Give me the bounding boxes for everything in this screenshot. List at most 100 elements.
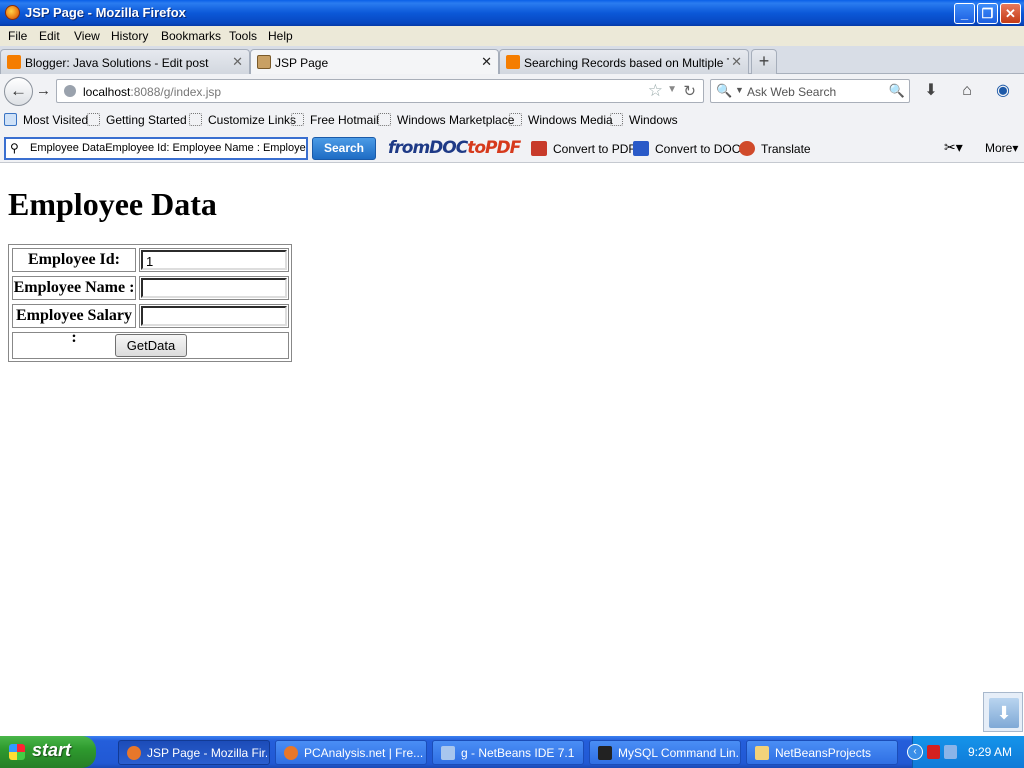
fromdoctopdf-logo[interactable]: fromDOCtoPDF: [388, 138, 521, 158]
bookmark-label: Free Hotmail: [310, 113, 379, 127]
bookmark-label: Windows Media: [528, 113, 613, 127]
task-label: MySQL Command Lin...: [618, 746, 738, 760]
bookmark-getting-started[interactable]: Getting Started: [87, 113, 187, 127]
menu-help[interactable]: Help: [268, 29, 293, 43]
page-heading: Employee Data: [8, 186, 217, 222]
toolbar-search-button[interactable]: Search: [312, 137, 376, 160]
new-tab-button[interactable]: +: [751, 49, 777, 74]
back-button[interactable]: ←: [4, 77, 33, 106]
bookmark-customize-links[interactable]: Customize Links: [189, 113, 296, 127]
url-host: localhost: [83, 85, 131, 99]
navigation-bar: ← → localhost:8088/g/index.jsp ☆ ▼ ↻ 🔍 ▼…: [0, 74, 1024, 108]
get-data-button[interactable]: GetData: [115, 334, 187, 357]
task-label: PCAnalysis.net | Fre...: [304, 746, 424, 760]
clock: 9:29 AM: [967, 745, 1012, 759]
forward-button[interactable]: →: [36, 81, 52, 101]
bookmark-most-visited[interactable]: Most Visited: [4, 113, 88, 127]
globe-icon: [64, 85, 76, 97]
restore-button[interactable]: ❐: [977, 3, 998, 24]
close-tab-icon[interactable]: ✕: [481, 54, 492, 70]
bookmark-label: Windows Marketplace: [397, 113, 515, 127]
bookmark-label: Most Visited: [23, 113, 89, 127]
network-icon[interactable]: [944, 745, 957, 759]
search-icon: ⚲: [10, 141, 19, 155]
system-tray: ‹ 9:29 AM: [907, 736, 1024, 768]
firefox-icon: [127, 746, 141, 760]
bookmark-windows-marketplace[interactable]: Windows Marketplace: [378, 113, 514, 127]
tab-blogger-edit-post[interactable]: Blogger: Java Solutions - Edit post ✕: [0, 49, 250, 74]
engine-dropdown-icon[interactable]: ▼: [735, 85, 744, 95]
arrow-down-icon: ⬇: [989, 698, 1019, 728]
page-icon: [87, 113, 100, 126]
windows-logo-icon: [9, 744, 25, 760]
convert-doc-label: Convert to DOC: [655, 142, 741, 156]
close-tab-icon[interactable]: ✕: [232, 54, 243, 70]
title-bar: JSP Page - Mozilla Firefox _ ❐ ✕: [0, 0, 1024, 26]
toolbar-search-input[interactable]: ⚲ Employee DataEmployee Id: Employee Nam…: [4, 137, 308, 160]
menu-history[interactable]: History: [111, 29, 148, 43]
employee-salary-input[interactable]: [141, 306, 287, 326]
task-netbeansprojects[interactable]: NetBeansProjects: [746, 740, 898, 765]
menu-bookmarks[interactable]: Bookmarks: [161, 29, 221, 43]
task-firefox-jsp[interactable]: JSP Page - Mozilla Fir...: [118, 740, 270, 765]
close-tab-icon[interactable]: ✕: [731, 54, 742, 70]
more-label: More: [985, 141, 1013, 155]
convert-to-pdf-button[interactable]: Convert to PDF: [531, 141, 636, 156]
bookmark-star-icon[interactable]: ☆: [648, 81, 663, 101]
url-text[interactable]: localhost:8088/g/index.jsp: [83, 85, 221, 99]
employee-salary-label: Employee Salary :: [12, 304, 136, 346]
bookmark-windows[interactable]: Windows: [610, 113, 678, 127]
toolbar-search-value: Employee DataEmployee Id: Employee Name …: [30, 142, 306, 154]
home-icon[interactable]: ⌂: [956, 81, 978, 101]
task-mysql[interactable]: MySQL Command Lin...: [589, 740, 741, 765]
bookmark-free-hotmail[interactable]: Free Hotmail: [291, 113, 379, 127]
bookmark-windows-media[interactable]: Windows Media: [509, 113, 613, 127]
task-pcanalysis[interactable]: PCAnalysis.net | Fre...: [275, 740, 427, 765]
menu-bar: File Edit View History Bookmarks Tools H…: [0, 26, 1024, 46]
menu-tools[interactable]: Tools: [229, 29, 257, 43]
menu-file[interactable]: File: [8, 29, 27, 43]
page-content: Employee Data Employee Id: 1 Employee Na…: [0, 164, 1024, 736]
close-window-button[interactable]: ✕: [1000, 3, 1021, 24]
task-label: JSP Page - Mozilla Fir...: [147, 746, 267, 760]
more-menu[interactable]: More▾: [985, 141, 1018, 155]
url-path: :8088/g/index.jsp: [130, 85, 222, 99]
minimize-button[interactable]: _: [954, 3, 975, 24]
show-hidden-icons[interactable]: ‹: [907, 744, 923, 760]
tab-searching-records[interactable]: Searching Records based on Multiple Tex.…: [499, 49, 749, 74]
bookmarks-bar: Most Visited Getting Started Customize L…: [0, 108, 1024, 133]
page-icon: [257, 55, 271, 69]
employee-name-input[interactable]: [141, 278, 287, 298]
scroll-down-button[interactable]: ⬇: [983, 692, 1023, 732]
translate-label: Translate: [761, 142, 811, 156]
addon-toolbar: ⚲ Employee DataEmployee Id: Employee Nam…: [0, 133, 1024, 163]
history-dropdown-icon[interactable]: ▼: [667, 84, 677, 95]
addon-icon[interactable]: ◉: [992, 81, 1014, 101]
logo-part: toPDF: [467, 138, 521, 158]
employee-id-label: Employee Id:: [12, 248, 136, 272]
reload-icon[interactable]: ↻: [683, 82, 696, 100]
netbeans-icon: [441, 746, 455, 760]
start-button[interactable]: start: [0, 736, 96, 768]
menu-edit[interactable]: Edit: [39, 29, 60, 43]
tab-label: Searching Records based on Multiple Tex.…: [524, 56, 729, 70]
menu-view[interactable]: View: [74, 29, 100, 43]
translate-button[interactable]: Translate: [739, 141, 811, 156]
page-icon: [378, 113, 391, 126]
search-go-icon[interactable]: 🔍: [889, 83, 905, 99]
antivirus-icon[interactable]: [927, 745, 940, 759]
employee-salary-cell: [139, 304, 289, 328]
employee-id-input[interactable]: 1: [141, 250, 287, 270]
url-bar[interactable]: localhost:8088/g/index.jsp ☆ ▼ ↻: [56, 79, 704, 103]
convert-pdf-label: Convert to PDF: [553, 142, 636, 156]
task-netbeans[interactable]: g - NetBeans IDE 7.1: [432, 740, 584, 765]
console-icon: [598, 746, 612, 760]
tab-jsp-page[interactable]: JSP Page ✕: [250, 49, 499, 75]
bookmark-label: Getting Started: [106, 113, 187, 127]
search-engine-icon[interactable]: 🔍: [716, 83, 732, 99]
tools-icon[interactable]: ✂▾: [944, 139, 963, 156]
convert-to-doc-button[interactable]: Convert to DOC: [633, 141, 740, 156]
bookmark-label: Windows: [629, 113, 678, 127]
downloads-icon[interactable]: ⬇: [920, 81, 942, 101]
web-search-box[interactable]: 🔍 ▼ Ask Web Search 🔍: [710, 79, 910, 103]
